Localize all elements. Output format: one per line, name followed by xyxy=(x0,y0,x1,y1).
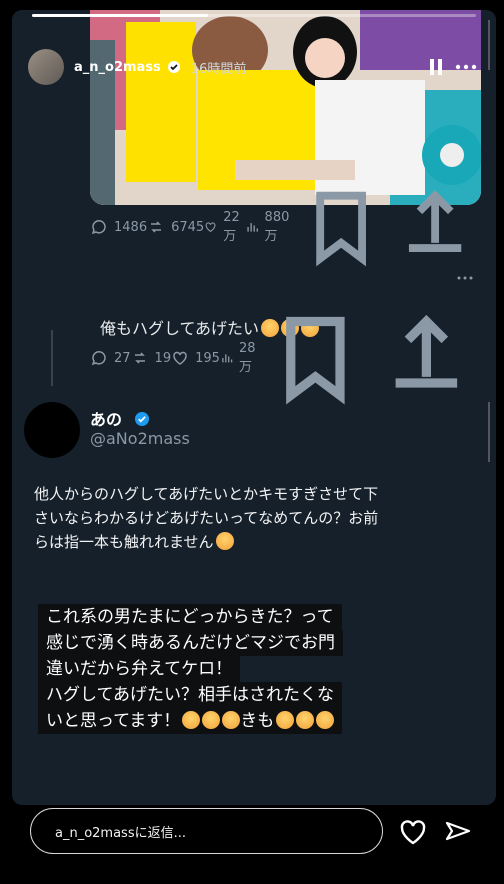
story-progress-bar xyxy=(32,14,476,17)
more-icon[interactable] xyxy=(454,62,478,72)
share-icon[interactable] xyxy=(371,303,482,414)
repost-action[interactable]: 6745 xyxy=(147,218,204,236)
scrollbar[interactable] xyxy=(488,20,490,70)
like-action[interactable]: 195 xyxy=(171,349,220,367)
display-name-text: あの xyxy=(90,410,123,429)
bookmark-icon[interactable] xyxy=(260,303,371,414)
views-icon xyxy=(222,354,233,363)
pleading-emoji-icon xyxy=(202,711,221,729)
profile-avatar[interactable] xyxy=(28,49,64,85)
post-body-line: さいならわかるけどあげたいってなめてんの？お前 xyxy=(34,509,379,527)
repost-count: 6745 xyxy=(171,219,205,235)
caption-line: ハグしてあげたい？相手はされたくな xyxy=(38,682,342,708)
thread-line xyxy=(51,330,53,386)
send-icon[interactable] xyxy=(443,817,473,847)
pleading-emoji-icon xyxy=(182,711,201,729)
repost-count: 19 xyxy=(154,350,172,366)
views-count: 880万 xyxy=(264,210,290,244)
heart-icon xyxy=(205,222,216,232)
verified-badge-icon xyxy=(167,61,180,73)
story-header: a_n_o2mass 16時間前 xyxy=(28,49,488,85)
reply-tweet-text-content: 俺もハグしてあげたい xyxy=(100,319,260,338)
repost-icon xyxy=(134,352,145,364)
username[interactable]: a_n_o2mass xyxy=(74,60,161,75)
heart-icon[interactable] xyxy=(398,818,428,846)
reply-count: 1486 xyxy=(114,219,148,235)
repost-icon xyxy=(151,221,162,233)
reply-input[interactable]: a_n_o2massに返信... xyxy=(30,808,383,854)
views-action[interactable]: 28万 xyxy=(220,341,261,375)
pleading-emoji-icon xyxy=(316,711,335,729)
reply-action[interactable]: 1486 xyxy=(90,218,147,236)
post-body-line: らは指一本も触れれません xyxy=(34,530,489,554)
caption-line: これ系の男たまにどっからきた？って xyxy=(38,604,342,630)
tweet2-actions: 27 19 195 28万 xyxy=(90,314,482,405)
story-frame: a_n_o2mass 16時間前 1486 6745 22万 880万 俺もハグ… xyxy=(0,0,504,884)
caption-line: 違いだから弁えてケロ！ xyxy=(38,656,241,682)
heart-icon xyxy=(173,351,187,365)
like-action[interactable]: 22万 xyxy=(204,210,245,244)
post-avatar[interactable] xyxy=(24,402,80,458)
reply-icon xyxy=(91,220,106,235)
caption-line: いと思ってます！ きも xyxy=(38,708,343,734)
story-caption: これ系の男たまにどっからきた？って 感じで湧く時あるんだけどマジでお門 違いだか… xyxy=(38,604,474,734)
caption-line: 感じで湧く時あるんだけどマジでお門 xyxy=(38,630,343,656)
verified-badge-icon xyxy=(134,412,149,426)
post-body-line: 他人からのハグしてあげたいとかキモすぎさせて下 xyxy=(34,485,379,503)
caption-line-text: きも xyxy=(240,711,275,731)
reply-icon xyxy=(91,351,106,366)
post-body: 他人からのハグしてあげたいとかキモすぎさせて下 さいならわかるけどあげたいってな… xyxy=(34,482,489,554)
story-card: a_n_o2mass 16時間前 1486 6745 22万 880万 俺もハグ… xyxy=(12,10,496,805)
views-count: 28万 xyxy=(239,341,256,375)
bookmark-icon[interactable] xyxy=(294,180,388,274)
pleading-emoji-icon xyxy=(222,711,241,729)
pleading-emoji-icon xyxy=(215,532,234,550)
story-progress-fill xyxy=(32,14,208,17)
pleading-emoji-icon xyxy=(276,711,295,729)
like-count: 22万 xyxy=(223,210,240,244)
like-count: 195 xyxy=(195,350,220,366)
views-icon xyxy=(247,223,258,232)
reply-action[interactable]: 27 xyxy=(90,349,131,367)
repost-action[interactable]: 19 xyxy=(131,349,172,367)
views-action[interactable]: 880万 xyxy=(245,210,294,244)
display-name[interactable]: あの xyxy=(90,406,150,430)
tweet1-actions: 1486 6745 22万 880万 xyxy=(90,190,482,267)
post-body-line-text: らは指一本も触れれません xyxy=(34,533,214,551)
caption-line-text: いと思ってます！ xyxy=(46,711,181,731)
pause-icon[interactable] xyxy=(428,58,444,76)
post-time: 16時間前 xyxy=(190,61,247,77)
pleading-emoji-icon xyxy=(296,711,315,729)
reply-count: 27 xyxy=(114,350,131,366)
reply-more-icon[interactable] xyxy=(456,275,474,281)
handle[interactable]: @aNo2mass xyxy=(90,429,190,448)
scrollbar[interactable] xyxy=(488,402,490,462)
share-icon[interactable] xyxy=(388,180,482,274)
tweet-photo[interactable] xyxy=(90,10,481,205)
